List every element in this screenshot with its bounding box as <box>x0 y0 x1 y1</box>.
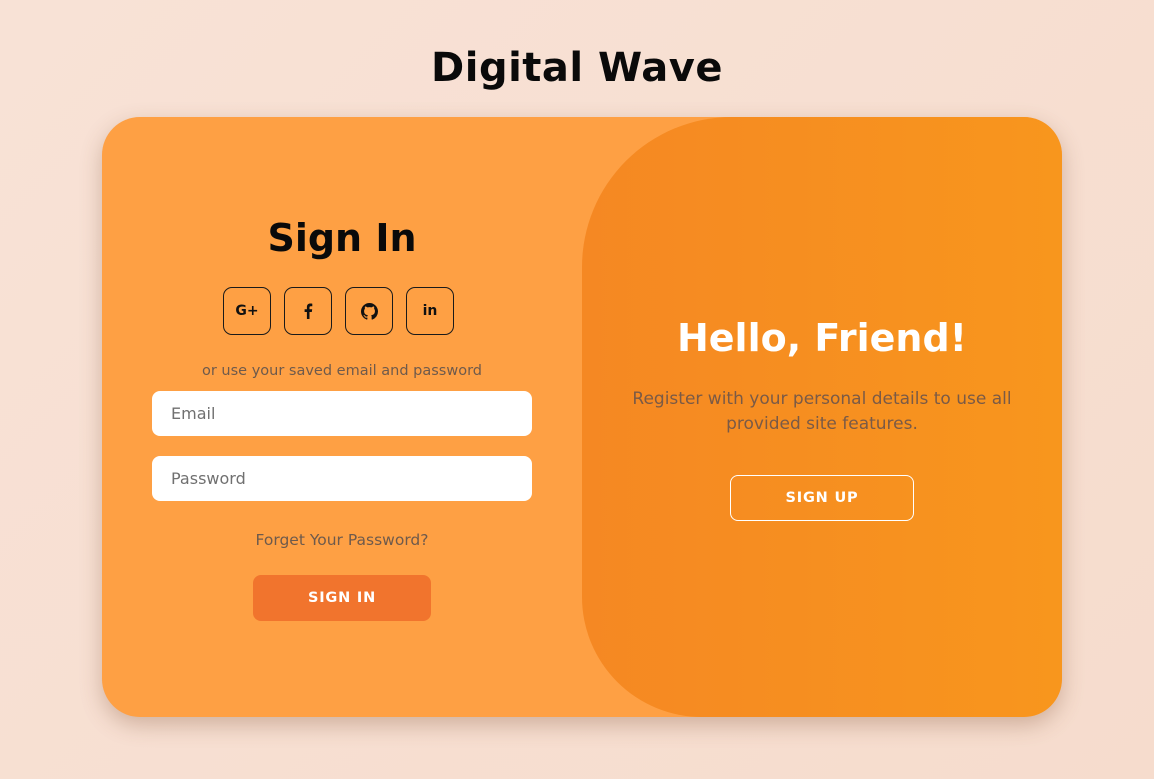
google-plus-icon: G+ <box>235 303 259 319</box>
email-field[interactable] <box>152 391 532 436</box>
github-icon <box>360 302 378 320</box>
hello-subtitle: Register with your personal details to u… <box>632 389 1012 434</box>
linkedin-button[interactable]: in <box>406 287 454 335</box>
google-plus-button[interactable]: G+ <box>223 287 271 335</box>
sign-in-button[interactable]: SIGN IN <box>253 575 431 621</box>
password-field[interactable] <box>152 456 532 501</box>
signin-panel: Sign In G+ in or use your saved email an… <box>102 117 582 717</box>
forgot-password-link[interactable]: Forget Your Password? <box>102 529 582 551</box>
facebook-icon <box>303 303 313 319</box>
page-title: Digital Wave <box>431 45 723 91</box>
sign-up-button[interactable]: SIGN UP <box>730 475 914 521</box>
auth-card: Sign In G+ in or use your saved email an… <box>102 117 1062 717</box>
social-login-row: G+ in <box>223 287 454 335</box>
facebook-button[interactable] <box>284 287 332 335</box>
linkedin-icon: in <box>422 303 438 319</box>
github-button[interactable] <box>345 287 393 335</box>
alt-login-text: or use your saved email and password <box>201 363 482 379</box>
signin-title: Sign In <box>267 216 417 260</box>
hello-title: Hello, Friend! <box>676 316 968 360</box>
